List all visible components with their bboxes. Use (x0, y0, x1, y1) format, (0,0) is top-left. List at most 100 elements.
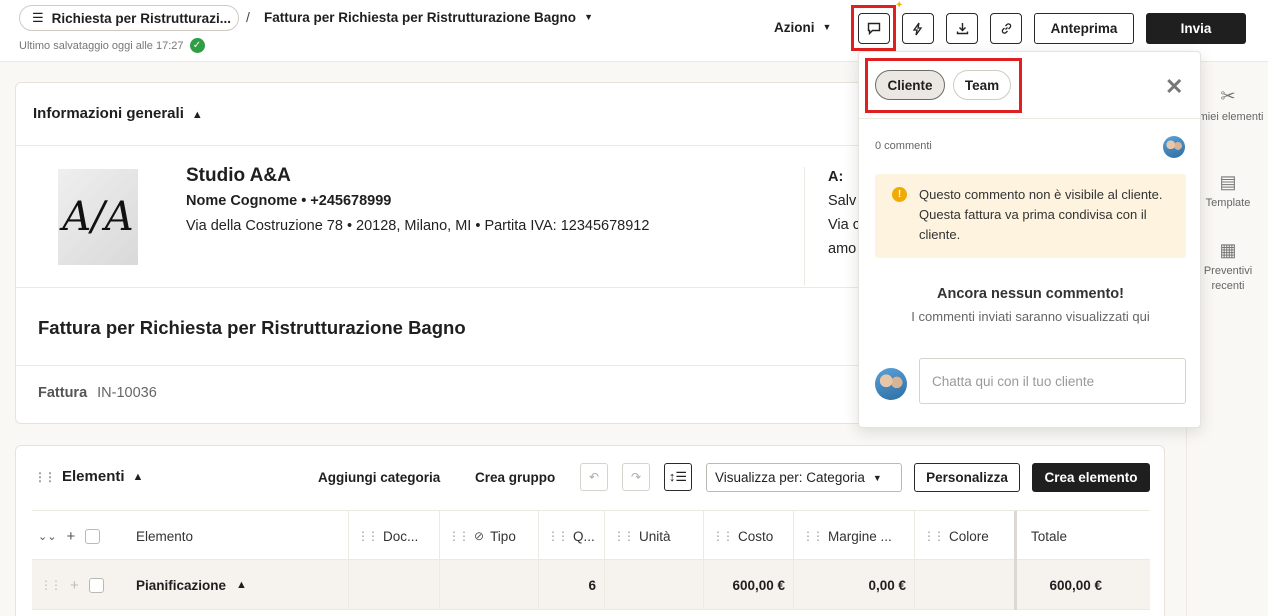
highlight-comment-tabs (865, 58, 1022, 113)
notification-dot-icon: ✦ (895, 0, 904, 11)
column-header-totale[interactable]: Totale (1014, 511, 1150, 561)
cell-total[interactable]: 600,00 € (1014, 560, 1150, 610)
column-header-colore[interactable]: ⋮⋮ Colore (914, 511, 1014, 561)
eye-off-icon[interactable]: ⊘ (474, 529, 484, 543)
row-controls: ⋮⋮ + (32, 560, 128, 610)
drag-handle-icon[interactable]: ⋮⋮ (40, 578, 62, 592)
recipient-line: Salv (828, 193, 857, 209)
comment-count: 0 commenti (875, 140, 932, 152)
row-checkbox[interactable] (88, 577, 104, 593)
cell-type[interactable] (439, 560, 538, 610)
lightning-icon (913, 22, 923, 35)
column-header-margine[interactable]: ⋮⋮ Margine ... (793, 511, 914, 561)
column-header-doc[interactable]: ⋮⋮ Doc... (348, 511, 439, 561)
view-by-value: Visualizza per: Categoria (715, 470, 865, 485)
line-spacing-icon: ↕☰ (668, 469, 688, 484)
send-button[interactable]: Invia (1146, 13, 1246, 44)
add-row-icon[interactable]: + (70, 577, 79, 594)
column-header-label: Margine ... (828, 528, 892, 544)
column-header-label: Colore (949, 528, 989, 544)
drag-handle-icon[interactable]: ⋮⋮ (802, 529, 824, 543)
drag-handle-icon[interactable]: ⋮⋮ (547, 529, 569, 543)
invoice-title[interactable]: Fattura per Richiesta per Ristrutturazio… (38, 317, 466, 339)
recipient-label: A: (828, 169, 844, 185)
drag-handle-icon[interactable]: ⋮⋮ (34, 470, 56, 484)
cell-quantity[interactable]: 6 (538, 560, 604, 610)
redo-button[interactable]: ↷ (622, 463, 650, 491)
save-status-text: Ultimo salvataggio oggi alle 17:27 (19, 39, 184, 52)
table-header: ⌄⌄ + Elemento ⋮⋮ Doc... ⋮⋮ ⊘ Tipo ⋮⋮ Q... ⋮⋮… (32, 510, 1150, 561)
drag-handle-icon[interactable]: ⋮⋮ (613, 529, 635, 543)
column-header-quantita[interactable]: ⋮⋮ Q... (538, 511, 604, 561)
breadcrumb-separator: / (246, 9, 250, 25)
close-icon[interactable]: ✕ (1165, 74, 1183, 100)
download-button[interactable] (946, 13, 978, 44)
empty-state-title: Ancora nessun commento! (937, 286, 1124, 302)
cell-element-name[interactable]: Pianificazione ▲ (128, 560, 348, 610)
address-line: Via della Costruzione 78 • 20128, Milano… (186, 218, 650, 234)
company-name: Studio A&A (186, 165, 291, 186)
caret-down-icon: ▼ (872, 472, 882, 483)
row-name: Pianificazione (136, 577, 227, 593)
cell-margin[interactable]: 0,00 € (793, 560, 914, 610)
view-by-select[interactable]: Visualizza per: Categoria ▼ (706, 463, 902, 492)
chat-input[interactable]: Chatta qui con il tuo cliente (919, 358, 1186, 404)
breadcrumb-project-button[interactable]: ☰ Richiesta per Ristrutturazi... (19, 5, 239, 31)
avatar[interactable] (1163, 136, 1185, 158)
invoice-number-field[interactable]: Fattura IN-10036 (38, 385, 157, 401)
actions-label: Azioni (774, 20, 815, 35)
drag-handle-icon[interactable]: ⋮⋮ (923, 529, 945, 543)
recipient-line: amo (828, 241, 857, 257)
undo-button[interactable]: ↶ (580, 463, 608, 491)
redo-icon: ↷ (630, 470, 642, 484)
column-header-label: Unità (639, 528, 671, 544)
add-row-icon[interactable]: + (66, 528, 75, 545)
copy-link-button[interactable] (990, 13, 1022, 44)
drag-handle-icon[interactable]: ⋮⋮ (448, 529, 470, 543)
undo-icon: ↶ (588, 470, 600, 484)
cell-cost[interactable]: 600,00 € (703, 560, 793, 610)
section-title: Informazioni generali (33, 105, 184, 122)
cell-unit[interactable] (604, 560, 703, 610)
column-header-costo[interactable]: ⋮⋮ Costo (703, 511, 793, 561)
add-category-button[interactable]: Aggiungi categoria (318, 470, 440, 485)
create-group-button[interactable]: Crea gruppo (475, 470, 555, 485)
invoice-number: IN-10036 (97, 385, 157, 401)
actions-dropdown[interactable]: Azioni ▼ (774, 20, 831, 35)
expand-all-icon[interactable]: ⌄⌄ (38, 530, 56, 543)
header-controls: ⌄⌄ + (32, 511, 132, 561)
column-header-tipo[interactable]: ⋮⋮ ⊘ Tipo (439, 511, 538, 561)
column-header-unita[interactable]: ⋮⋮ Unità (604, 511, 703, 561)
general-info-toggle[interactable]: Informazioni generali ▲ (33, 105, 203, 122)
document-title: Fattura per Richiesta per Ristrutturazio… (264, 10, 577, 25)
cell-color[interactable] (914, 560, 1014, 610)
select-all-checkbox[interactable] (85, 528, 101, 544)
company-logo[interactable]: A/A (58, 169, 138, 265)
column-header-label: Tipo (490, 528, 516, 544)
cell-doc[interactable] (348, 560, 439, 610)
divider-vertical (804, 167, 805, 285)
create-element-button[interactable]: Crea elemento (1032, 463, 1150, 492)
elements-header[interactable]: ⋮⋮ Elementi ▲ (34, 468, 143, 485)
chevron-up-icon[interactable]: ▲ (236, 579, 247, 591)
automation-button[interactable] (902, 13, 934, 44)
rail-item-label: Template (1205, 197, 1251, 209)
table-row[interactable]: ⋮⋮ + Pianificazione ▲ 6 600,00 € 0,00 € 6… (32, 560, 1150, 610)
visibility-warning: ! Questo commento non è visibile al clie… (875, 174, 1186, 258)
invoice-type-label: Fattura (38, 385, 88, 401)
contact-line: Nome Cognome • +245678999 (186, 193, 392, 209)
avatar (875, 368, 907, 400)
preview-button[interactable]: Anteprima (1034, 13, 1134, 44)
rail-item-label: I miei elementi (1192, 111, 1264, 123)
save-status: Ultimo salvataggio oggi alle 17:27 ✓ (19, 38, 205, 53)
rail-item-label: Preventivi recenti (1203, 265, 1253, 292)
drag-handle-icon[interactable]: ⋮⋮ (357, 529, 379, 543)
recipient-line: Via c (828, 217, 860, 233)
empty-state-subtitle: I commenti inviati saranno visualizzati … (911, 309, 1150, 324)
caret-down-icon: ▼ (584, 12, 593, 22)
customize-button[interactable]: Personalizza (914, 463, 1020, 492)
document-title-dropdown[interactable]: Fattura per Richiesta per Ristrutturazio… (264, 10, 593, 25)
column-header-elemento[interactable]: Elemento (128, 511, 348, 561)
drag-handle-icon[interactable]: ⋮⋮ (712, 529, 734, 543)
row-density-button[interactable]: ↕☰ (664, 463, 692, 491)
